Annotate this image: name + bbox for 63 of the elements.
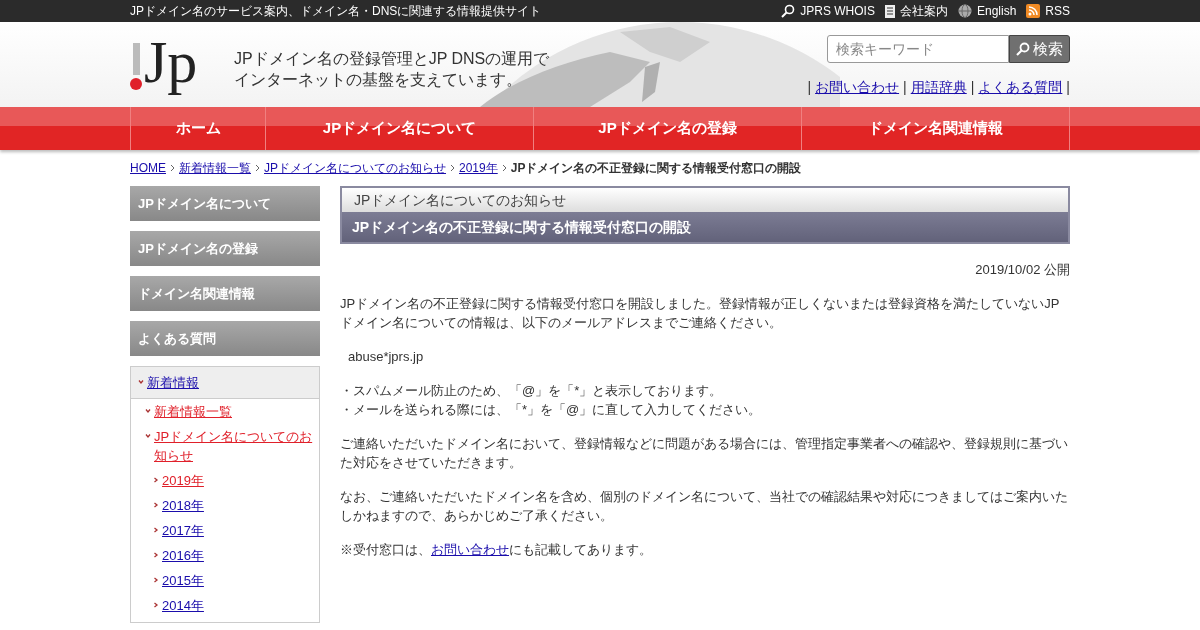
chevron-icon: [450, 164, 455, 172]
caret-right-icon: [153, 552, 159, 558]
chevron-icon: [255, 164, 260, 172]
tree-link[interactable]: 2018年: [162, 496, 204, 515]
slogan-line: JPドメイン名の登録管理とJP DNSの運用で: [234, 49, 550, 69]
breadcrumb-link[interactable]: 新着情報一覧: [179, 159, 251, 177]
header-link[interactable]: よくある質問: [978, 77, 1063, 98]
paragraph: なお、ご連絡いただいたドメイン名を含め、個別のドメイン名について、当社での確認結果や対応につきましてはご案内いたしかねますので、あらかじめご了承ください。: [340, 488, 1069, 525]
note-line: ・スパムメール防止のため、「@」を「*」と表示しております。: [340, 382, 724, 400]
tree-link[interactable]: 2019年: [162, 471, 204, 490]
top-link[interactable]: 会社案内: [884, 2, 948, 20]
top-link[interactable]: JPRS WHOIS: [781, 2, 875, 20]
globe-icon: [957, 4, 972, 18]
tree-link[interactable]: 新着情報: [147, 373, 199, 392]
breadcrumb-link[interactable]: JPドメイン名についてのお知らせ: [264, 159, 446, 177]
tree-link[interactable]: 2015年: [162, 571, 204, 590]
publish-date: 2019/10/02 公開: [974, 261, 1070, 279]
paragraph: ご連絡いただいたドメイン名において、登録情報などに問題がある場合には、管理指定事業者への確認や、登録規則に基づいた対応をさせていただきます。: [340, 435, 1069, 472]
caret-down-icon: [138, 379, 144, 385]
top-link[interactable]: RSS: [1026, 2, 1070, 20]
rss-icon: [1026, 4, 1041, 18]
search-field[interactable]: 検索キーワード: [827, 35, 1009, 63]
breadcrumb-link[interactable]: 2019年: [459, 159, 498, 177]
paragraph: JPドメイン名の不正登録に関する情報受付窓口を開設しました。登録情報が正しくないまたは登録資格を満たしていないJPドメイン名についての情報は、以下のメールアドレスまでご連絡ください。: [340, 295, 1061, 332]
nav-tab[interactable]: JPドメイン名について: [265, 107, 533, 150]
caret-right-icon: [153, 527, 159, 533]
breadcrumb-link[interactable]: HOME: [130, 159, 166, 177]
caret-right-icon: [153, 602, 159, 608]
separator: |: [807, 78, 812, 97]
nav-tab[interactable]: JPドメイン名の登録: [533, 107, 801, 150]
nav-tab[interactable]: ホーム: [130, 107, 265, 150]
email-address: abuse*jprs.jp: [347, 348, 425, 366]
caret-right-icon: [153, 577, 159, 583]
tree-link[interactable]: 新着情報一覧: [154, 402, 232, 421]
site-tagline: JPドメイン名のサービス案内、ドメイン名・DNSに関連する情報提供サイト: [130, 3, 542, 20]
search-button[interactable]: 検索: [1009, 35, 1070, 63]
header-link[interactable]: お問い合わせ: [815, 77, 900, 98]
chevron-icon: [170, 164, 175, 172]
caret-right-icon: [153, 477, 159, 483]
contact-link[interactable]: お問い合わせ: [431, 542, 509, 557]
tree-link[interactable]: 2016年: [162, 546, 204, 565]
document-icon: [884, 4, 895, 18]
nav-tab[interactable]: ドメイン名関連情報: [801, 107, 1070, 150]
tree-link[interactable]: 2017年: [162, 521, 204, 540]
tree-link[interactable]: JPドメイン名についてのお知らせ: [154, 427, 319, 465]
category-label: JPドメイン名についてのお知らせ: [342, 188, 1068, 212]
header-link[interactable]: 用語辞典: [910, 77, 967, 98]
separator: |: [970, 78, 975, 97]
caret-down-icon: [145, 433, 151, 439]
top-link[interactable]: English: [957, 2, 1017, 20]
separator: |: [1066, 78, 1070, 97]
chevron-icon: [501, 164, 507, 172]
search-icon: [781, 4, 796, 18]
caret-right-icon: [153, 502, 159, 508]
breadcrumb-current: JPドメイン名の不正登録に関する情報受付窓口の開設: [510, 160, 802, 177]
paragraph: ※受付窓口は、お問い合わせにも記載してあります。: [340, 541, 653, 559]
note-line: ・メールを送られる際には、「*」を「@」に直して入力してください。: [340, 401, 763, 419]
slogan-line: インターネットの基盤を支えています。: [234, 70, 523, 90]
tree-link[interactable]: 2014年: [162, 596, 204, 615]
caret-down-icon: [145, 408, 151, 414]
separator: |: [903, 78, 907, 97]
article-title: JPドメイン名の不正登録に関する情報受付窓口の開設: [342, 212, 1068, 242]
search-icon: [1016, 42, 1030, 56]
